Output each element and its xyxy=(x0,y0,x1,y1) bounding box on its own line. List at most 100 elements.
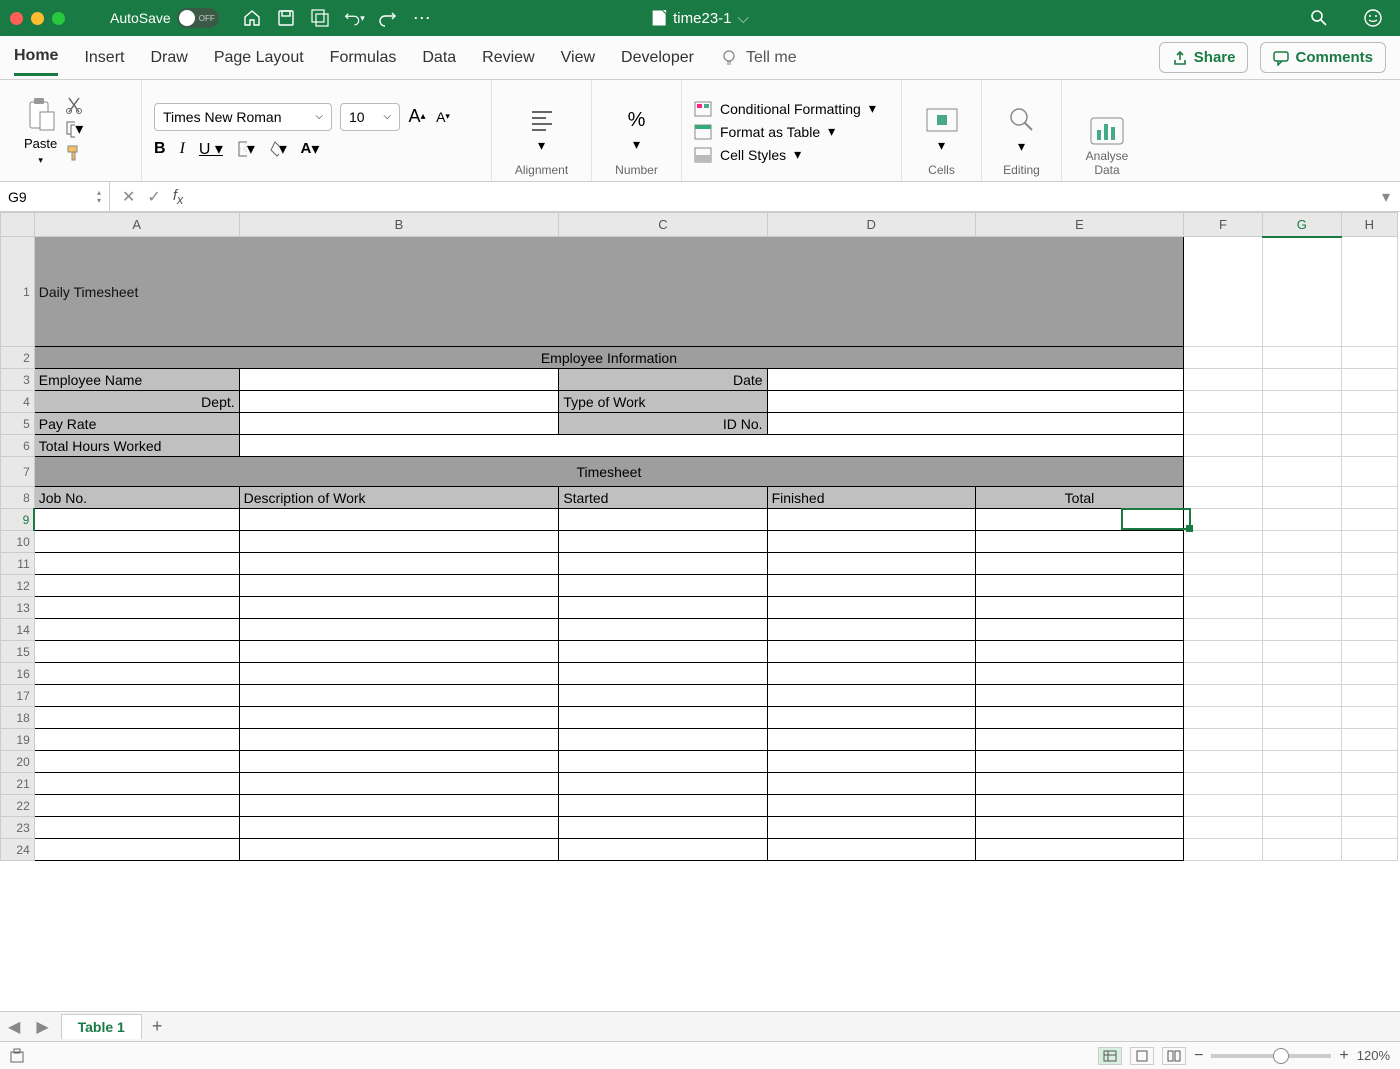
prev-sheet[interactable]: ◀ xyxy=(0,1017,28,1037)
data-cell[interactable] xyxy=(34,773,239,795)
tab-draw[interactable]: Draw xyxy=(150,41,187,75)
row-4[interactable]: 4 xyxy=(1,391,35,413)
data-cell[interactable] xyxy=(559,575,767,597)
row-13[interactable]: 13 xyxy=(1,597,35,619)
col-started[interactable]: Started xyxy=(559,487,767,509)
data-cell[interactable] xyxy=(34,509,239,531)
add-sheet-button[interactable]: + xyxy=(152,1016,163,1037)
data-cell[interactable] xyxy=(559,839,767,861)
data-cell[interactable] xyxy=(767,817,975,839)
col-E[interactable]: E xyxy=(975,213,1183,237)
data-cell[interactable] xyxy=(239,751,559,773)
label-pay-rate[interactable]: Pay Rate xyxy=(34,413,239,435)
normal-view-icon[interactable] xyxy=(1098,1047,1122,1065)
data-cell[interactable] xyxy=(34,839,239,861)
shrink-font-icon[interactable]: A▾ xyxy=(434,108,452,126)
row-3[interactable]: 3 xyxy=(1,369,35,391)
data-cell[interactable] xyxy=(975,575,1183,597)
row-16[interactable]: 16 xyxy=(1,663,35,685)
row-20[interactable]: 20 xyxy=(1,751,35,773)
col-F[interactable]: F xyxy=(1184,213,1263,237)
data-cell[interactable] xyxy=(767,531,975,553)
tab-formulas[interactable]: Formulas xyxy=(330,41,397,75)
data-cell[interactable] xyxy=(559,707,767,729)
data-cell[interactable] xyxy=(975,531,1183,553)
data-cell[interactable] xyxy=(239,553,559,575)
data-cell[interactable] xyxy=(239,729,559,751)
data-cell[interactable] xyxy=(559,641,767,663)
row-12[interactable]: 12 xyxy=(1,575,35,597)
underline-button[interactable]: U ▾ xyxy=(199,139,223,159)
share-button[interactable]: Share xyxy=(1159,42,1249,73)
analyse-data[interactable] xyxy=(1074,116,1140,146)
conditional-formatting[interactable]: Conditional Formatting ▾ xyxy=(694,97,889,120)
page-break-view-icon[interactable] xyxy=(1162,1047,1186,1065)
data-cell[interactable] xyxy=(559,619,767,641)
autosave-toggle[interactable]: OFF xyxy=(177,8,219,28)
row-9[interactable]: 9 xyxy=(1,509,35,531)
expand-formula-bar[interactable]: ▾ xyxy=(1382,187,1400,207)
col-A[interactable]: A xyxy=(34,213,239,237)
col-H[interactable]: H xyxy=(1341,213,1397,237)
save-icon[interactable] xyxy=(275,7,297,29)
data-cell[interactable] xyxy=(559,795,767,817)
data-cell[interactable] xyxy=(767,597,975,619)
label-total-hours[interactable]: Total Hours Worked xyxy=(34,435,239,457)
label-date[interactable]: Date xyxy=(559,369,767,391)
col-total[interactable]: Total xyxy=(975,487,1183,509)
row-15[interactable]: 15 xyxy=(1,641,35,663)
data-cell[interactable] xyxy=(767,685,975,707)
label-type-work[interactable]: Type of Work xyxy=(559,391,767,413)
tab-view[interactable]: View xyxy=(561,41,595,75)
data-cell[interactable] xyxy=(34,619,239,641)
data-cell[interactable] xyxy=(975,773,1183,795)
tell-me[interactable]: Tell me xyxy=(720,49,797,67)
data-cell[interactable] xyxy=(239,619,559,641)
data-cell[interactable] xyxy=(239,817,559,839)
sheet-tab[interactable]: Table 1 xyxy=(61,1014,142,1039)
tab-home[interactable]: Home xyxy=(14,39,58,76)
italic-button[interactable]: I xyxy=(180,140,185,158)
data-cell[interactable] xyxy=(34,795,239,817)
data-cell[interactable] xyxy=(767,773,975,795)
redo-icon[interactable] xyxy=(377,7,399,29)
row-17[interactable]: 17 xyxy=(1,685,35,707)
row-1[interactable]: 1 xyxy=(1,237,35,347)
font-size-select[interactable]: 10⌵ xyxy=(340,103,400,131)
data-cell[interactable] xyxy=(239,685,559,707)
data-cell[interactable] xyxy=(239,839,559,861)
tab-insert[interactable]: Insert xyxy=(84,41,124,75)
col-desc[interactable]: Description of Work xyxy=(239,487,559,509)
col-B[interactable]: B xyxy=(239,213,559,237)
data-cell[interactable] xyxy=(559,597,767,619)
data-cell[interactable] xyxy=(975,795,1183,817)
data-cell[interactable] xyxy=(975,553,1183,575)
cancel-formula-icon[interactable]: ✕ xyxy=(122,187,135,207)
data-cell[interactable] xyxy=(767,619,975,641)
title-cell[interactable]: Daily Timesheet xyxy=(34,237,1183,347)
row-8[interactable]: 8 xyxy=(1,487,35,509)
data-cell[interactable] xyxy=(239,641,559,663)
section-employee-info[interactable]: Employee Information xyxy=(34,347,1183,369)
cell-styles[interactable]: Cell Styles ▾ xyxy=(694,143,889,166)
data-cell[interactable] xyxy=(239,773,559,795)
data-cell[interactable] xyxy=(34,663,239,685)
data-cell[interactable] xyxy=(239,575,559,597)
editing-group[interactable]: ▾ xyxy=(994,106,1049,155)
data-cell[interactable] xyxy=(767,553,975,575)
row-19[interactable]: 19 xyxy=(1,729,35,751)
data-cell[interactable] xyxy=(559,663,767,685)
number-format-button[interactable]: % ▾ xyxy=(604,109,669,153)
data-cell[interactable] xyxy=(975,509,1183,531)
data-cell[interactable] xyxy=(767,839,975,861)
data-cell[interactable] xyxy=(975,641,1183,663)
confirm-formula-icon[interactable]: ✓ xyxy=(147,187,160,207)
data-cell[interactable] xyxy=(975,839,1183,861)
data-cell[interactable] xyxy=(767,795,975,817)
grow-font-icon[interactable]: A▴ xyxy=(408,108,426,126)
data-cell[interactable] xyxy=(34,553,239,575)
tab-developer[interactable]: Developer xyxy=(621,41,694,75)
data-cell[interactable] xyxy=(239,663,559,685)
data-cell[interactable] xyxy=(975,729,1183,751)
col-finished[interactable]: Finished xyxy=(767,487,975,509)
